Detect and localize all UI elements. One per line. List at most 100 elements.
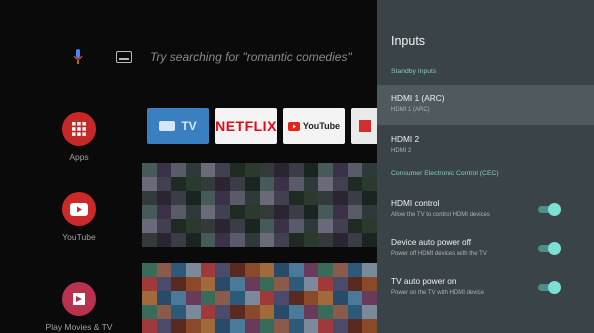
search-bar[interactable]: Try searching for "romantic comedies" (70, 44, 352, 70)
thumbnail-tile (186, 205, 201, 219)
thumbnail-tile (332, 319, 348, 333)
thumbnail-tile (156, 263, 172, 277)
thumbnail-tile (362, 233, 377, 247)
thumbnail-tile (215, 163, 231, 177)
netflix-app-tile[interactable]: NETFLIX (215, 108, 277, 144)
thumbnail-tile (259, 291, 275, 305)
thumbnail-tile (332, 291, 348, 305)
thumbnail-tile (200, 219, 216, 233)
hdmi-control-toggle[interactable] (538, 203, 561, 216)
thumbnail-tile (347, 191, 363, 205)
thumbnail-tile (274, 205, 289, 219)
thumbnail-tile (215, 277, 231, 291)
thumbnail-tile (332, 219, 348, 233)
thumbnail-tile (332, 191, 348, 205)
thumbnail-tile (186, 277, 201, 291)
device-auto-power-off-toggle[interactable] (538, 242, 561, 255)
sidebar-item-play-movies[interactable]: Play Movies & TV (42, 282, 116, 332)
standby-inputs-label: Standby Inputs (391, 68, 437, 75)
thumbnail-tile (288, 233, 304, 247)
thumbnail-tile (230, 163, 245, 177)
thumbnail-tile (142, 219, 157, 233)
thumbnail-tile (156, 191, 172, 205)
thumbnail-tile (347, 163, 363, 177)
thumbnail-tile (200, 163, 216, 177)
thumbnail-tile (303, 305, 319, 319)
hdmi-control-setting[interactable]: HDMI control Allow the TV to control HDM… (377, 190, 594, 230)
thumbnail-tile (200, 263, 216, 277)
thumbnail-tile (274, 291, 289, 305)
thumbnail-tile (362, 319, 377, 333)
thumbnail-tile (142, 205, 157, 219)
thumbnail-tile (288, 277, 304, 291)
thumbnail-tile (303, 191, 319, 205)
thumbnail-tile (215, 263, 231, 277)
thumbnail-tile (347, 263, 363, 277)
thumbnail-tile (303, 291, 319, 305)
thumbnail-tile (259, 163, 275, 177)
thumbnail-tile (142, 291, 157, 305)
sidebar-item-apps[interactable]: Apps (42, 112, 116, 162)
device-auto-power-off-setting[interactable]: Device auto power off Power off HDMI dev… (377, 229, 594, 269)
thumbnail-tile (215, 191, 231, 205)
thumbnail-tile (318, 177, 333, 191)
thumbnail-tile (362, 291, 377, 305)
thumbnail-tile (244, 177, 260, 191)
tv-icon (159, 120, 176, 131)
youtube-app-tile[interactable]: YouTube (283, 108, 345, 144)
thumbnail-tile (244, 277, 260, 291)
thumbnail-tile (215, 233, 231, 247)
tv-app-tile[interactable]: TV (147, 108, 209, 144)
thumbnail-tile (142, 163, 157, 177)
thumbnail-tile (171, 191, 187, 205)
thumbnail-tile (230, 233, 245, 247)
thumbnail-tile (259, 263, 275, 277)
thumbnail-tile (186, 191, 201, 205)
thumbnail-tile (215, 319, 231, 333)
thumbnail-tile (186, 305, 201, 319)
youtube-icon (62, 192, 96, 226)
play-movies-app-tile[interactable] (351, 108, 379, 144)
thumbnail-tile (200, 177, 216, 191)
keyboard-icon[interactable] (116, 51, 132, 63)
thumbnail-tile (347, 233, 363, 247)
input-hdmi-1[interactable]: HDMI 1 (ARC) HDMI 1 (ARC) (377, 85, 594, 125)
thumbnail-tile (362, 277, 377, 291)
thumbnail-tile (142, 277, 157, 291)
thumbnail-tile (288, 291, 304, 305)
sidebar-item-youtube[interactable]: YouTube (42, 192, 116, 242)
content-row-blurred[interactable] (142, 163, 377, 247)
thumbnail-tile (200, 205, 216, 219)
thumbnail-tile (186, 163, 201, 177)
thumbnail-tile (200, 277, 216, 291)
thumbnail-tile (230, 263, 245, 277)
content-row-blurred[interactable] (142, 263, 377, 333)
thumbnail-tile (186, 233, 201, 247)
thumbnail-tile (318, 219, 333, 233)
thumbnail-tile (142, 263, 157, 277)
thumbnail-tile (230, 205, 245, 219)
input-hdmi-2[interactable]: HDMI 2 HDMI 2 (377, 126, 594, 166)
thumbnail-tile (274, 163, 289, 177)
mic-icon[interactable] (70, 47, 86, 67)
thumbnail-tile (244, 319, 260, 333)
tv-auto-power-on-toggle[interactable] (538, 281, 561, 294)
thumbnail-tile (303, 319, 319, 333)
thumbnail-tile (244, 233, 260, 247)
apps-grid-icon (62, 112, 96, 146)
thumbnail-tile (303, 219, 319, 233)
thumbnail-tile (259, 305, 275, 319)
thumbnail-tile (142, 177, 157, 191)
thumbnail-tile (362, 163, 377, 177)
thumbnail-tile (244, 305, 260, 319)
thumbnail-tile (244, 191, 260, 205)
thumbnail-tile (171, 291, 187, 305)
thumbnail-tile (259, 319, 275, 333)
app-row: TV NETFLIX YouTube (147, 108, 379, 144)
thumbnail-tile (171, 319, 187, 333)
thumbnail-tile (186, 219, 201, 233)
thumbnail-tile (288, 305, 304, 319)
search-hint[interactable]: Try searching for "romantic comedies" (150, 50, 352, 64)
tv-auto-power-on-setting[interactable]: TV auto power on Power on the TV with HD… (377, 268, 594, 308)
youtube-icon (287, 121, 300, 131)
